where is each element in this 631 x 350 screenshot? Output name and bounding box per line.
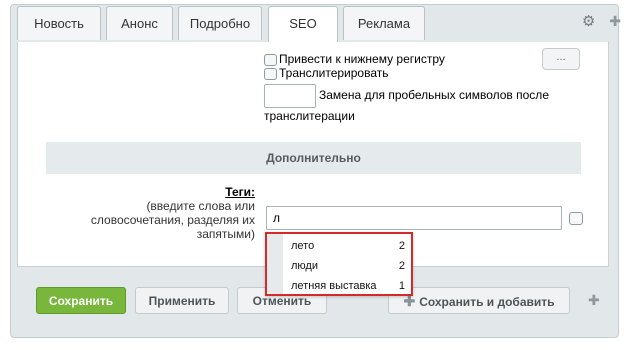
transliterate-option[interactable]: Транслитерировать: [264, 66, 389, 80]
space-replace-label-2: транслитерации: [264, 109, 355, 123]
lowercase-label: Привести к нижнему регистру: [279, 52, 445, 66]
suggestion-strip: [267, 234, 283, 294]
tags-input[interactable]: л: [266, 206, 562, 230]
pin-icon[interactable]: ✚: [609, 13, 621, 30]
tab-details[interactable]: Подробно: [178, 6, 262, 40]
apply-button[interactable]: Применить: [135, 287, 229, 314]
save-and-add-label: Сохранить и добавить: [419, 295, 555, 309]
gear-icon[interactable]: ⚙: [582, 12, 595, 30]
tab-tools: ⚙ ✚: [582, 6, 621, 36]
suggestion-text: лето: [291, 240, 315, 252]
tab-ads[interactable]: Реклама: [343, 6, 425, 40]
space-replace-label: Замена для пробельных символов после: [319, 88, 549, 102]
section-additional: Дополнительно: [46, 142, 581, 174]
suggestion-text: люди: [291, 260, 318, 272]
tab-seo[interactable]: SEO: [268, 6, 338, 42]
suggestion-count: 1: [398, 280, 405, 292]
pin-icon[interactable]: ✚: [588, 292, 600, 309]
suggestion-item[interactable]: лето 2: [291, 236, 405, 256]
transliterate-checkbox[interactable]: [264, 67, 277, 80]
tags-hint-2: словосочетания, разделяя их: [90, 213, 255, 227]
tags-label: Теги: (введите слова или словосочетания,…: [91, 185, 255, 241]
tags-suggestion-list: лето 2 люди 2 летняя выставка 1: [265, 232, 413, 296]
lowercase-checkbox[interactable]: [264, 53, 277, 66]
tags-hint-1: (введите слова или: [146, 199, 255, 213]
lowercase-option[interactable]: Привести к нижнему регистру: [264, 52, 445, 66]
tags-title: Теги:: [225, 185, 255, 199]
space-replace-input[interactable]: [264, 84, 316, 108]
suggestion-item[interactable]: летняя выставка 1: [291, 276, 405, 296]
tags-checkbox[interactable]: [569, 212, 583, 225]
transliterate-label: Транслитерировать: [279, 66, 389, 80]
save-and-add-button[interactable]: ✚ Сохранить и добавить: [388, 287, 570, 314]
tab-announce[interactable]: Анонс: [106, 6, 173, 40]
settings-dots-button[interactable]: ...: [542, 48, 580, 70]
suggestion-text: летняя выставка: [291, 280, 377, 292]
save-button[interactable]: Сохранить: [36, 287, 126, 314]
suggestion-count: 2: [398, 260, 405, 272]
tab-news[interactable]: Новость: [17, 6, 101, 40]
tags-hint-3: запятыми): [196, 227, 255, 241]
suggestion-count: 2: [398, 240, 405, 252]
suggestion-item[interactable]: люди 2: [291, 256, 405, 276]
